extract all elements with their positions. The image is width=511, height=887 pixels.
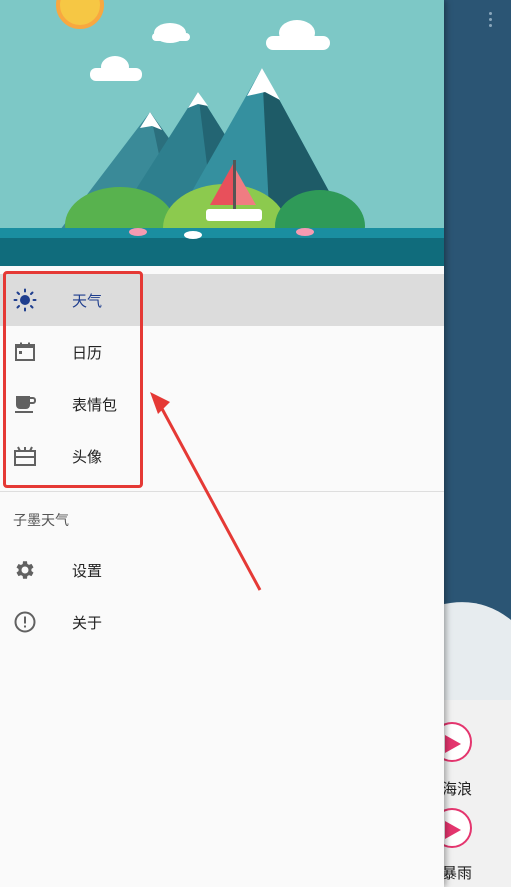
nav-item-calendar[interactable]: 日历 xyxy=(0,326,444,378)
nav-item-label: 表情包 xyxy=(72,396,118,414)
gift-box-icon xyxy=(14,446,36,466)
nav-item-settings[interactable]: 设置 xyxy=(0,544,444,596)
gear-icon xyxy=(16,561,34,579)
overflow-menu-icon[interactable] xyxy=(484,12,496,32)
nav-item-label: 天气 xyxy=(72,292,103,310)
nav-item-label: 关于 xyxy=(72,614,103,632)
nav-item-label: 设置 xyxy=(72,562,103,580)
secondary-nav-list: 设置 关于 xyxy=(0,544,444,648)
background-item-label: 暴雨 xyxy=(442,865,473,882)
cup-icon xyxy=(15,396,36,413)
nav-item-weather[interactable]: 天气 xyxy=(0,274,444,326)
navigation-drawer: 天气 日历 表情包 头像 子墨天气 设置 关于 xyxy=(0,0,444,887)
info-icon xyxy=(14,611,36,633)
nav-item-label: 日历 xyxy=(72,344,103,362)
nav-item-about[interactable]: 关于 xyxy=(0,596,444,648)
nav-item-label: 头像 xyxy=(72,448,103,466)
nav-item-stickers[interactable]: 表情包 xyxy=(0,378,444,430)
drawer-header-illustration xyxy=(0,0,444,266)
nav-item-avatar[interactable]: 头像 xyxy=(0,430,444,482)
sun-icon xyxy=(13,288,37,312)
primary-nav-list: 天气 日历 表情包 头像 xyxy=(0,274,444,482)
background-item-label: 海浪 xyxy=(442,781,473,798)
calendar-icon xyxy=(15,342,35,361)
section-divider xyxy=(0,491,444,492)
section-title: 子墨天气 xyxy=(13,512,69,528)
